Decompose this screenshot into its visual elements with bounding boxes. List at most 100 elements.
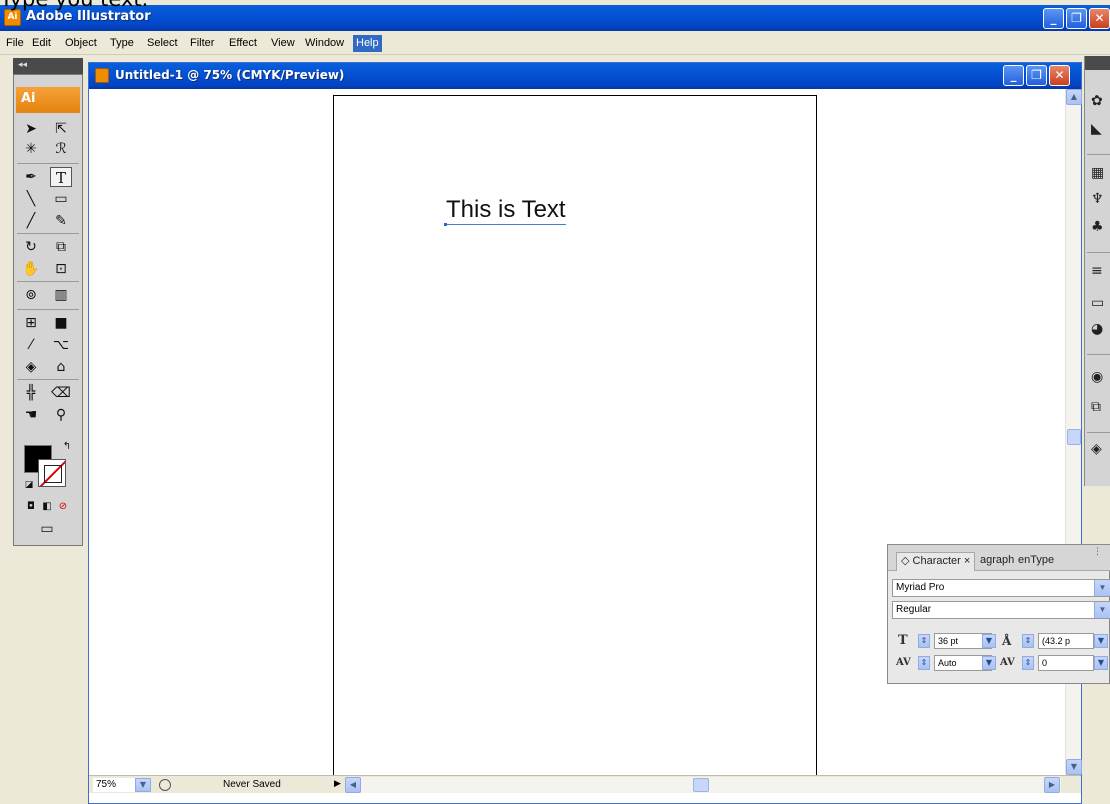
font-family-select[interactable]: Myriad Pro ▼ xyxy=(892,579,1110,597)
live-paint-bucket-tool-icon[interactable]: ◈ xyxy=(20,357,42,377)
chevron-down-icon[interactable]: ▼ xyxy=(1094,602,1110,618)
save-status[interactable]: Never Saved xyxy=(223,778,281,792)
artboard[interactable]: This is Text xyxy=(333,95,817,779)
eyedropper-tool-icon[interactable]: ⁄ xyxy=(20,335,42,355)
rotate-tool-icon[interactable]: ↻ xyxy=(20,237,42,257)
menu-view[interactable]: View xyxy=(268,35,298,52)
warp-tool-icon[interactable]: ✋ xyxy=(20,259,42,279)
horizontal-scrollbar[interactable] xyxy=(361,777,1061,793)
tracking-stepper[interactable]: ⇕ xyxy=(1022,656,1034,670)
panel-menu-icon[interactable]: ⋮ xyxy=(1093,547,1102,557)
tracking-field[interactable]: 0 xyxy=(1038,655,1094,671)
menu-file[interactable]: File xyxy=(3,35,27,52)
symbol-sprayer-tool-icon[interactable]: ⊚ xyxy=(20,285,42,305)
tab-opentype[interactable]: enType xyxy=(1014,552,1058,571)
scroll-up-icon[interactable]: ▲ xyxy=(1066,89,1082,105)
swatches-panel-icon[interactable]: ▦ xyxy=(1091,164,1109,182)
stroke-panel-icon[interactable]: ≡ xyxy=(1091,262,1109,280)
toolbox-divider xyxy=(17,309,79,310)
doc-maximize-button[interactable]: ❐ xyxy=(1026,65,1047,86)
zoom-tool-icon[interactable]: ⚲ xyxy=(50,405,72,425)
chevron-down-icon[interactable]: ▼ xyxy=(982,634,996,648)
dock-collapse-bar[interactable] xyxy=(1085,56,1110,70)
screen-mode-icon[interactable]: ▭ xyxy=(36,519,58,539)
app-title: Adobe Illustrator xyxy=(26,9,151,24)
zoom-dropdown-icon[interactable]: ▼ xyxy=(135,778,151,792)
doc-close-button[interactable]: ✕ xyxy=(1049,65,1070,86)
chevron-down-icon[interactable]: ▼ xyxy=(1094,580,1110,596)
font-size-stepper[interactable]: ⇕ xyxy=(918,634,930,648)
type-tool-icon[interactable]: T xyxy=(50,167,72,187)
hand-tool-icon[interactable]: ☚ xyxy=(20,405,42,425)
live-paint-selection-tool-icon[interactable]: ⌂ xyxy=(50,357,72,377)
transparency-panel-icon[interactable]: ◕ xyxy=(1091,320,1109,338)
menu-select[interactable]: Select xyxy=(144,35,181,52)
leading-stepper[interactable]: ⇕ xyxy=(1022,634,1034,648)
kerning-stepper[interactable]: ⇕ xyxy=(918,656,930,670)
leading-field[interactable]: (43.2 p xyxy=(1038,633,1094,649)
menu-effect[interactable]: Effect xyxy=(226,35,260,52)
graph-tool-icon[interactable]: ▥ xyxy=(50,285,72,305)
document-title-bar[interactable]: Untitled-1 @ 75% (CMYK/Preview) _ ❐ ✕ xyxy=(89,63,1081,89)
restore-button[interactable]: ❐ xyxy=(1066,8,1087,29)
color-panel-icon[interactable]: ✿ xyxy=(1091,92,1109,110)
line-segment-tool-icon[interactable]: ╲ xyxy=(20,189,42,209)
brushes-panel-icon[interactable]: ♆ xyxy=(1091,190,1109,208)
menu-edit[interactable]: Edit xyxy=(29,35,54,52)
scroll-down-icon[interactable]: ▼ xyxy=(1066,759,1082,775)
direct-selection-tool-icon[interactable]: ⇱ xyxy=(50,119,72,139)
swap-fill-stroke-icon[interactable]: ↰ xyxy=(56,437,78,457)
doc-minimize-button[interactable]: _ xyxy=(1003,65,1024,86)
scroll-right-icon[interactable]: ▶ xyxy=(1044,777,1060,793)
lasso-tool-icon[interactable]: ℛ xyxy=(50,139,72,159)
symbols-panel-icon[interactable]: ♣ xyxy=(1091,218,1109,236)
chevron-down-icon[interactable]: ▼ xyxy=(1094,634,1108,648)
artboard-text[interactable]: This is Text xyxy=(444,196,566,226)
pencil-tool-icon[interactable]: ✎ xyxy=(50,211,72,231)
app-title-bar[interactable]: Ai Adobe Illustrator _ ❐ ✕ xyxy=(0,5,1110,31)
chevron-down-icon[interactable]: ▼ xyxy=(982,656,996,670)
eraser-tool-icon[interactable]: ⌫ xyxy=(50,383,72,403)
scroll-left-icon[interactable]: ◀ xyxy=(345,777,361,793)
blend-tool-icon[interactable]: ⌥ xyxy=(50,335,72,355)
layers-panel-icon[interactable]: ◈ xyxy=(1091,440,1109,458)
pen-tool-icon[interactable]: ✒ xyxy=(20,167,42,187)
status-menu-arrow-icon[interactable]: ▶ xyxy=(334,779,341,789)
rectangle-tool-icon[interactable]: ▭ xyxy=(50,189,72,209)
vertical-scroll-thumb[interactable] xyxy=(1067,429,1081,445)
menu-help[interactable]: Help xyxy=(353,35,382,52)
menu-type[interactable]: Type xyxy=(107,35,137,52)
character-panel: ◇ Character × agraph enType ⋮ Myriad Pro… xyxy=(887,544,1110,684)
tracking-icon: AV xyxy=(1000,657,1015,668)
tab-paragraph[interactable]: agraph xyxy=(976,552,1018,571)
zoom-level-field[interactable]: 75% xyxy=(93,778,135,792)
stroke-color-swatch[interactable] xyxy=(38,459,66,487)
scale-tool-icon[interactable]: ⧉ xyxy=(50,237,72,257)
mesh-tool-icon[interactable]: ⊞ xyxy=(20,313,42,333)
default-fill-stroke-icon[interactable]: ◪ xyxy=(18,475,40,495)
close-button[interactable]: ✕ xyxy=(1089,8,1110,29)
selection-tool-icon[interactable]: ➤ xyxy=(20,119,42,139)
gradient-tool-icon[interactable]: ■ xyxy=(50,313,72,333)
toolbox-divider xyxy=(17,281,79,282)
magic-wand-tool-icon[interactable]: ✳ xyxy=(20,139,42,159)
chevron-down-icon[interactable]: ▼ xyxy=(1094,656,1108,670)
menu-filter[interactable]: Filter xyxy=(187,35,217,52)
horizontal-scroll-thumb[interactable] xyxy=(693,778,709,792)
minimize-button[interactable]: _ xyxy=(1043,8,1064,29)
none-mode-icon[interactable]: ⊘ xyxy=(52,497,74,517)
toolbox-collapse-bar[interactable]: ◂◂ xyxy=(13,58,83,74)
menu-window[interactable]: Window xyxy=(302,35,347,52)
appearance-panel-icon[interactable]: ◉ xyxy=(1091,368,1109,386)
graphic-styles-panel-icon[interactable]: ⧉ xyxy=(1091,398,1109,416)
leading-icon: Å xyxy=(1002,634,1012,648)
status-info-icon[interactable] xyxy=(159,779,171,791)
free-transform-tool-icon[interactable]: ⊡ xyxy=(50,259,72,279)
slice-tool-icon[interactable]: ╬ xyxy=(20,383,42,403)
menu-object[interactable]: Object xyxy=(62,35,100,52)
gradient-panel-icon[interactable]: ▭ xyxy=(1091,294,1109,312)
font-style-select[interactable]: Regular ▼ xyxy=(892,601,1110,619)
color-guide-panel-icon[interactable]: ◣ xyxy=(1091,120,1109,138)
tab-character[interactable]: ◇ Character × xyxy=(896,552,976,571)
paintbrush-tool-icon[interactable]: ╱ xyxy=(20,211,42,231)
